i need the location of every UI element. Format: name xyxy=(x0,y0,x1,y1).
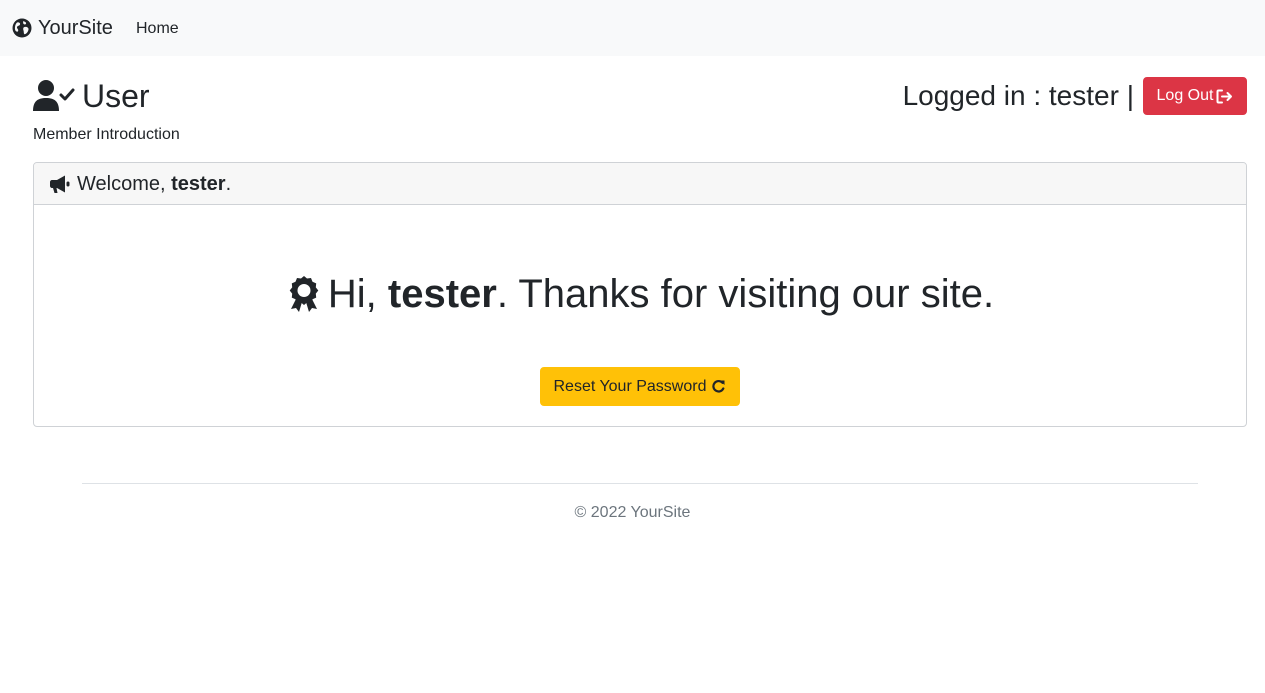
login-status: Logged in : tester | xyxy=(902,80,1134,111)
hero-suffix: . Thanks for visiting our site. xyxy=(496,272,995,316)
hero-text: Hi, tester. Thanks for visiting our site… xyxy=(328,271,994,317)
nav-home-link[interactable]: Home xyxy=(136,19,179,38)
page-subtitle: Member Introduction xyxy=(33,126,180,143)
welcome-card: Welcome, tester. Hi, tester. Thanks for … xyxy=(33,162,1247,427)
welcome-text: Welcome, tester. xyxy=(77,172,231,196)
page-heading: User xyxy=(33,77,150,115)
award-icon xyxy=(288,275,328,313)
sign-out-icon xyxy=(1213,89,1233,104)
footer-copyright: © 2022 YourSite xyxy=(574,504,691,521)
hero-username: tester xyxy=(387,272,497,316)
brand-link[interactable]: YourSite xyxy=(12,16,113,40)
login-area: Logged in : tester | Log Out xyxy=(903,77,1247,115)
footer-divider xyxy=(82,483,1198,484)
hero-prefix: Hi, xyxy=(327,272,388,316)
megaphone-icon xyxy=(49,174,71,194)
card-header: Welcome, tester. xyxy=(34,163,1246,205)
welcome-username: tester xyxy=(171,172,226,195)
globe-icon xyxy=(12,18,32,38)
reset-password-button[interactable]: Reset Your Password xyxy=(540,367,740,406)
reset-label: Reset Your Password xyxy=(553,377,707,395)
user-check-icon xyxy=(33,79,75,113)
navbar: YourSite Home xyxy=(0,0,1265,56)
welcome-suffix: . xyxy=(225,172,232,195)
redo-icon xyxy=(706,379,726,394)
hero-message: Hi, tester. Thanks for visiting our site… xyxy=(34,271,1246,317)
logout-button[interactable]: Log Out xyxy=(1143,77,1247,115)
brand-text: YourSite xyxy=(38,17,113,39)
welcome-prefix: Welcome, xyxy=(77,172,172,195)
logout-label: Log Out xyxy=(1156,87,1214,104)
page-title: User xyxy=(82,78,150,114)
